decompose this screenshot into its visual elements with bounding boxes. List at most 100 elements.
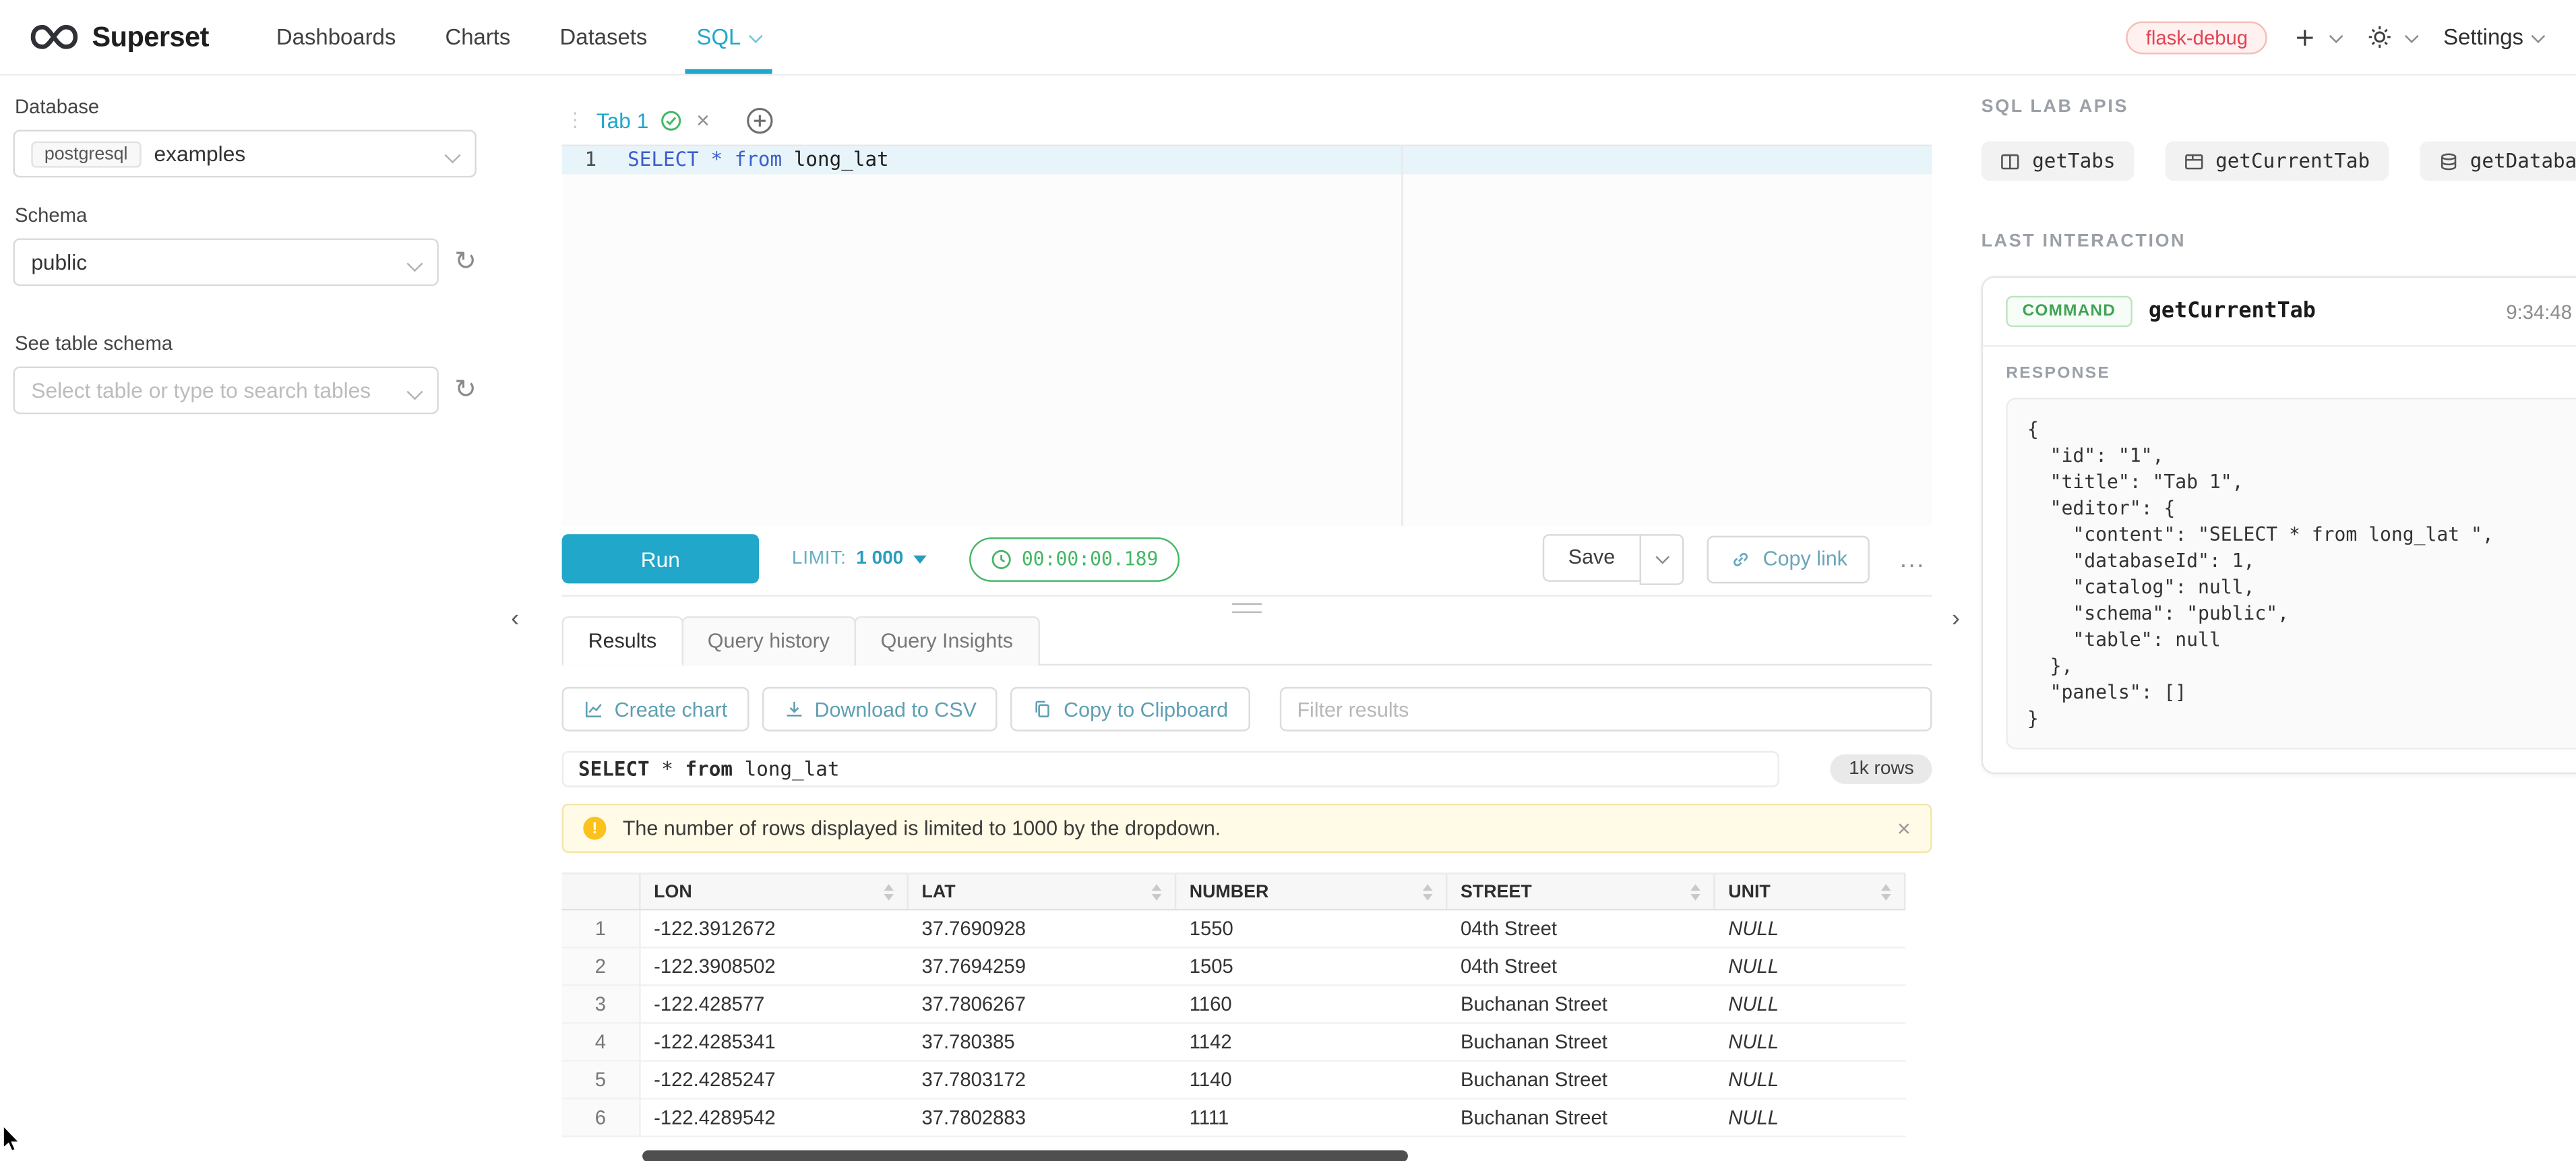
table-cell: NULL [1715, 1024, 1906, 1062]
query-preview: SELECT * from long_lat [562, 751, 1779, 787]
pane-splitter[interactable] [562, 595, 1932, 616]
row-index: 3 [562, 986, 641, 1024]
settings-label: Settings [2443, 25, 2523, 50]
table-cell: -122.4285247 [641, 1062, 909, 1100]
editor-toolbar: Run LIMIT: 1 000 00:00:00.189 Save [562, 534, 1932, 583]
drag-handle-icon[interactable]: ⋮ [565, 109, 585, 131]
timer-value: 00:00:00.189 [1022, 547, 1159, 570]
splitter-grip-icon[interactable] [1232, 603, 1262, 614]
column-header-unit[interactable]: UNIT [1715, 874, 1906, 911]
link-icon [1730, 548, 1752, 570]
print-margin [1401, 146, 1403, 526]
nav-sql[interactable]: SQL [672, 0, 785, 74]
table-row[interactable]: 3-122.42857737.78062671160Buchanan Stree… [562, 986, 1906, 1024]
sort-icon[interactable] [1152, 883, 1162, 899]
create-chart-button[interactable]: Create chart [562, 687, 749, 732]
mouse-cursor [1, 1123, 23, 1161]
sort-icon[interactable] [1423, 883, 1433, 899]
tab-query-insights[interactable]: Query Insights [855, 616, 1039, 665]
column-header-lon[interactable]: LON [641, 874, 909, 911]
limit-label: LIMIT: [792, 549, 847, 568]
copy-link-button[interactable]: Copy link [1707, 535, 1870, 583]
theme-menu[interactable] [2368, 25, 2417, 50]
sort-icon[interactable] [1881, 883, 1891, 899]
limit-dropdown[interactable]: LIMIT: 1 000 [792, 549, 927, 568]
table-cell: Buchanan Street [1447, 986, 1715, 1024]
column-label: LAT [921, 882, 955, 901]
collapse-left-panel-icon[interactable]: ‹ [511, 606, 519, 631]
schema-label: Schema [15, 204, 477, 227]
copy-clipboard-button[interactable]: Copy to Clipboard [1011, 687, 1250, 732]
row-index: 1 [562, 910, 641, 948]
table-select[interactable]: Select table or type to search tables [13, 367, 438, 415]
table-row[interactable]: 5-122.428524737.78031721140Buchanan Stre… [562, 1062, 1906, 1100]
top-navbar: Superset Dashboards Charts Datasets SQL … [0, 0, 2576, 76]
new-item-menu[interactable] [2294, 26, 2341, 49]
close-tab-icon[interactable]: × [696, 107, 710, 133]
nav-dashboards[interactable]: Dashboards [251, 0, 421, 74]
table-cell: NULL [1715, 1062, 1906, 1100]
table-cell: -122.3908502 [641, 948, 909, 986]
more-options-button[interactable]: ... [1893, 545, 1932, 572]
refresh-schemas-icon[interactable]: ↻ [454, 249, 477, 275]
column-header-number[interactable]: NUMBER [1176, 874, 1447, 911]
response-json: { "id": "1", "title": "Tab 1", "editor":… [2006, 398, 2576, 750]
refresh-tables-icon[interactable]: ↻ [454, 377, 477, 403]
run-query-button[interactable]: Run [562, 534, 760, 583]
horizontal-scrollbar[interactable] [642, 1150, 1408, 1161]
save-button[interactable]: Save [1542, 533, 1641, 581]
sql-lab-left-panel: Database postgresql examples Schema publ… [0, 76, 522, 1161]
table-cell: 37.7806267 [909, 986, 1176, 1024]
results-actions: Create chart Download to CSV Copy to Cli… [562, 687, 1932, 732]
table-cell: 37.7802883 [909, 1100, 1176, 1137]
create-chart-label: Create chart [615, 698, 728, 721]
editor-tab-1[interactable]: ⋮ Tab 1 × [562, 107, 723, 133]
sql-query-text[interactable]: SELECT * from long_lat [627, 146, 889, 174]
table-cell: 1550 [1176, 910, 1447, 948]
row-index: 2 [562, 948, 641, 986]
current-tab-icon [2182, 150, 2204, 172]
nav-charts[interactable]: Charts [421, 0, 535, 74]
collapse-right-panel-icon[interactable]: › [1952, 606, 1960, 631]
get-current-tab-button[interactable]: getCurrentTab [2165, 142, 2388, 181]
table-cell: NULL [1715, 910, 1906, 948]
chevron-down-icon [749, 28, 763, 42]
superset-logo[interactable]: Superset [30, 0, 209, 74]
close-warning-icon[interactable]: × [1897, 815, 1911, 841]
row-limit-warning: ! The number of rows displayed is limite… [562, 804, 1932, 853]
table-cell: Buchanan Street [1447, 1062, 1715, 1100]
save-options-button[interactable] [1640, 533, 1684, 585]
row-index: 5 [562, 1062, 641, 1100]
table-cell: NULL [1715, 1100, 1906, 1137]
database-select[interactable]: postgresql examples [13, 130, 477, 178]
sort-icon[interactable] [1690, 883, 1700, 899]
copy-clipboard-label: Copy to Clipboard [1064, 698, 1228, 721]
table-row[interactable]: 1-122.391267237.7690928155004th StreetNU… [562, 910, 1906, 948]
column-header-lat[interactable]: LAT [909, 874, 1176, 911]
editor-tab-bar: ⋮ Tab 1 × [562, 95, 1932, 146]
filter-results-input[interactable] [1279, 687, 1932, 732]
warning-text: The number of rows displayed is limited … [623, 816, 1221, 839]
table-cell: -122.3912672 [641, 910, 909, 948]
table-row[interactable]: 4-122.428534137.7803851142Buchanan Stree… [562, 1024, 1906, 1062]
tab-results[interactable]: Results [562, 616, 683, 665]
table-row[interactable]: 2-122.390850237.7694259150504th StreetNU… [562, 948, 1906, 986]
column-header-street[interactable]: STREET [1447, 874, 1715, 911]
main-nav: Dashboards Charts Datasets SQL [251, 0, 785, 74]
plus-icon [2294, 26, 2317, 49]
settings-menu[interactable]: Settings [2443, 25, 2543, 50]
download-csv-button[interactable]: Download to CSV [762, 687, 998, 732]
new-tab-button[interactable] [746, 106, 774, 133]
get-tabs-button[interactable]: getTabs [1982, 142, 2134, 181]
brand-name: Superset [92, 20, 209, 53]
sort-icon[interactable] [884, 883, 894, 899]
tabs-icon [1999, 150, 2021, 172]
get-tabs-label: getTabs [2032, 150, 2115, 173]
database-value: examples [154, 142, 246, 167]
tab-query-history[interactable]: Query history [681, 616, 856, 665]
schema-select[interactable]: public [13, 238, 438, 286]
get-databases-button[interactable]: getDatabases [2419, 142, 2576, 181]
nav-datasets[interactable]: Datasets [535, 0, 672, 74]
sql-code-editor[interactable]: 1 SELECT * from long_lat [562, 146, 1932, 526]
table-row[interactable]: 6-122.428954237.78028831111Buchanan Stre… [562, 1100, 1906, 1137]
